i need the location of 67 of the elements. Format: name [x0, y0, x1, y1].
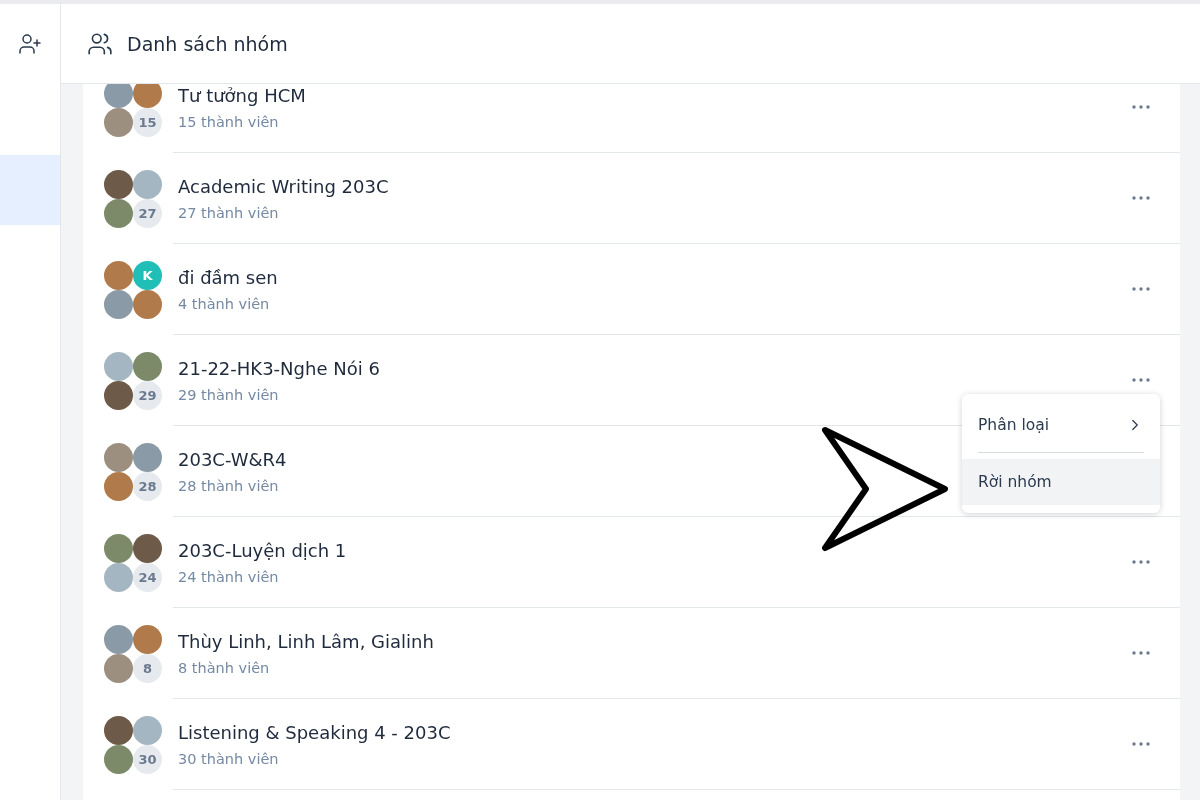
member-count-text: 15 thành viên: [178, 113, 279, 130]
photo-placeholder: [104, 562, 133, 592]
photo-placeholder: [104, 351, 133, 381]
group-name: Listening & Speaking 4 - 203C: [178, 721, 451, 743]
group-name: 21-22-HK3-Nghe Nói 6: [178, 357, 380, 379]
photo-placeholder: [104, 715, 133, 745]
group-name: 203C-Luyện dịch 1: [178, 539, 347, 561]
photo-placeholder: [133, 533, 162, 563]
more-button[interactable]: [1132, 378, 1150, 382]
group-name: 203C-W&R4: [178, 448, 287, 470]
photo-placeholder: [133, 351, 162, 381]
photo-placeholder: [133, 624, 162, 654]
photo-placeholder: [104, 533, 133, 563]
member-count: 30: [133, 744, 162, 774]
member-count-text: 8 thành viên: [178, 659, 270, 676]
member-count: 28: [133, 471, 162, 501]
photo-placeholder: [133, 84, 162, 108]
more-icon: [1132, 196, 1150, 200]
member-count: 27: [133, 198, 162, 228]
more-icon: [1132, 105, 1150, 109]
member-count: 15: [133, 107, 162, 137]
more-icon: [1132, 651, 1150, 655]
more-icon: [1132, 742, 1150, 746]
photo-placeholder: [104, 84, 133, 108]
group-name: Tư tưởng HCM: [178, 84, 306, 106]
photo-placeholder: [104, 289, 133, 319]
member-count-text: 4 thành viên: [178, 295, 270, 312]
photo-placeholder: [104, 107, 133, 137]
photo-placeholder: [133, 442, 162, 472]
photo-placeholder: [104, 624, 133, 654]
photo-placeholder: [104, 442, 133, 472]
more-button[interactable]: [1132, 651, 1150, 655]
photo-placeholder: [133, 715, 162, 745]
member-count: 29: [133, 380, 162, 410]
photo-placeholder: [104, 471, 133, 501]
member-count-text: 29 thành viên: [178, 386, 279, 403]
photo-placeholder: [104, 744, 133, 774]
photo-placeholder: [104, 169, 133, 199]
header-title: Danh sách nhóm: [127, 32, 288, 55]
member-count-text: 30 thành viên: [178, 750, 279, 767]
more-button[interactable]: [1132, 287, 1150, 291]
menu-item[interactable]: Rời nhóm: [962, 459, 1160, 505]
menu-item[interactable]: Phân loại: [962, 402, 1160, 448]
member-count: 24: [133, 562, 162, 592]
member-count-text: 24 thành viên: [178, 568, 279, 585]
photo-placeholder: [104, 653, 133, 683]
group-name: Thùy Linh, Linh Lâm, Gialinh: [178, 630, 434, 652]
group-name: Academic Writing 203C: [178, 175, 389, 197]
more-button[interactable]: [1132, 196, 1150, 200]
more-icon: [1132, 287, 1150, 291]
more-button[interactable]: [1132, 742, 1150, 746]
group-name: đi đầm sen: [178, 266, 278, 288]
group-icon: [87, 30, 113, 57]
more-button[interactable]: [1132, 560, 1150, 564]
more-button[interactable]: [1132, 105, 1150, 109]
photo-placeholder: [133, 169, 162, 199]
member-count-text: 27 thành viên: [178, 204, 279, 221]
photo-placeholder: [104, 198, 133, 228]
photo-placeholder: [104, 260, 133, 290]
photo-placeholder: [104, 380, 133, 410]
letter-avatar: K: [133, 260, 162, 290]
more-icon: [1132, 378, 1150, 382]
photo-placeholder: [133, 289, 162, 319]
more-icon: [1132, 560, 1150, 564]
add-group-icon: [18, 32, 42, 56]
member-count-text: 28 thành viên: [178, 477, 279, 494]
member-count: 8: [133, 653, 162, 683]
